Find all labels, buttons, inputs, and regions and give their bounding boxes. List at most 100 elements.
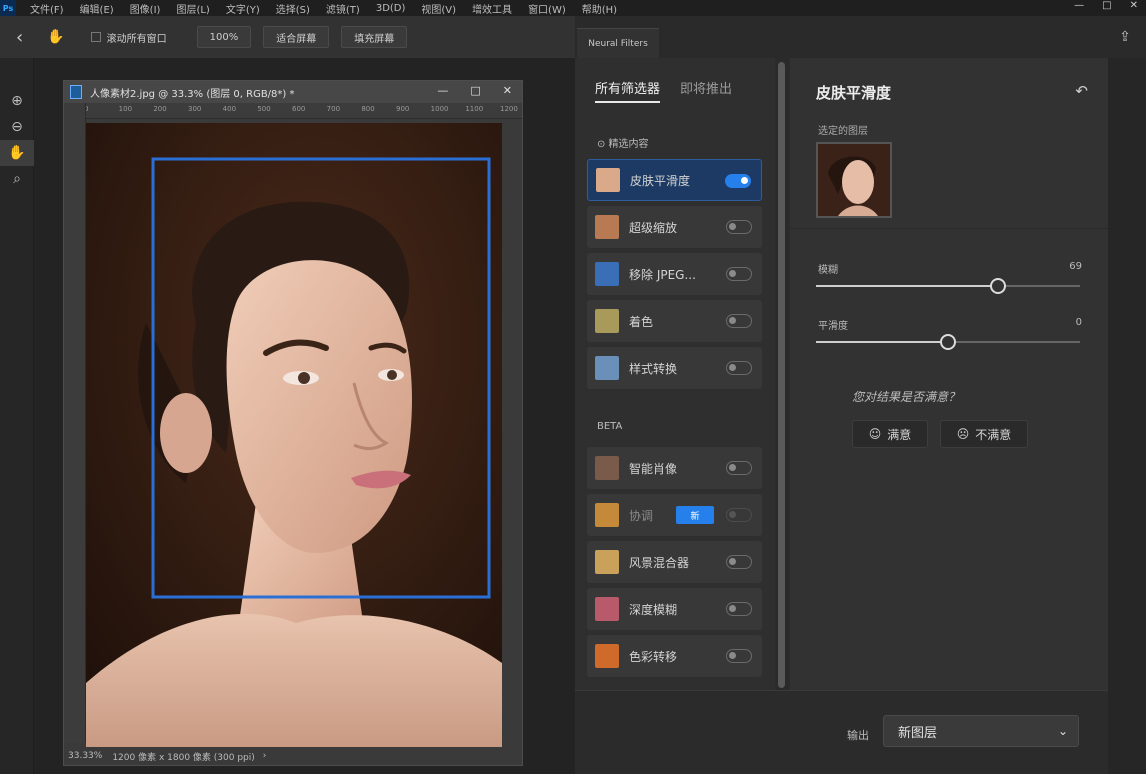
menu-view[interactable]: 视图(V) bbox=[421, 1, 456, 16]
menu-help[interactable]: 帮助(H) bbox=[582, 1, 617, 16]
doc-maximize-icon[interactable]: □ bbox=[470, 84, 480, 97]
zoom-out-icon[interactable]: ⊖ bbox=[0, 114, 34, 140]
blur-slider-knob[interactable] bbox=[990, 278, 1006, 294]
smoothness-slider[interactable] bbox=[816, 334, 1080, 350]
filter-toggle[interactable] bbox=[726, 267, 752, 281]
scroll-all-checkbox[interactable]: 滚动所有窗口 bbox=[90, 30, 167, 45]
menu-edit[interactable]: 编辑(E) bbox=[80, 1, 114, 16]
ruler-tick-label: 300 bbox=[188, 105, 202, 113]
zoom-100-button[interactable]: 100% bbox=[196, 26, 252, 48]
maximize-icon[interactable]: □ bbox=[1102, 0, 1111, 11]
ruler-tick-label: 100 bbox=[118, 105, 133, 113]
photoshop-logo-icon: Ps bbox=[0, 0, 16, 16]
tab-waitlist[interactable]: 即将推出 bbox=[680, 78, 732, 103]
unsatisfied-button[interactable]: ☹ 不满意 bbox=[940, 420, 1028, 448]
blur-slider-fill bbox=[816, 285, 998, 287]
satisfied-button[interactable]: ☺ 满意 bbox=[852, 420, 928, 448]
scrollbar-thumb[interactable] bbox=[778, 62, 785, 688]
fit-screen-button[interactable]: 适合屏幕 bbox=[263, 26, 330, 48]
ruler-tick-label: 1100 bbox=[465, 105, 484, 113]
status-zoom[interactable]: 33.33% bbox=[68, 751, 102, 761]
filter-item-smart-portrait[interactable]: 智能肖像 bbox=[587, 447, 762, 489]
new-badge: 新 bbox=[676, 506, 714, 524]
unsatisfied-label: 不满意 bbox=[975, 427, 1012, 442]
output-bar: 输出 新图层 ⌄ bbox=[575, 690, 1108, 774]
filter-label: 智能肖像 bbox=[629, 461, 678, 476]
filter-item-skin-smoothing[interactable]: 皮肤平滑度 bbox=[587, 159, 762, 201]
portrait-photo[interactable] bbox=[86, 123, 502, 747]
filter-toggle[interactable] bbox=[726, 220, 752, 234]
blur-slider[interactable] bbox=[816, 278, 1080, 294]
filter-label: 风景混合器 bbox=[629, 555, 690, 570]
section-featured-label: ⊙ 精选内容 bbox=[597, 139, 649, 150]
chevron-left-icon[interactable]: ‹ bbox=[16, 27, 23, 48]
filter-toggle[interactable] bbox=[726, 314, 752, 328]
right-panel-strip bbox=[1108, 58, 1146, 774]
filter-toggle[interactable] bbox=[726, 649, 752, 663]
filter-thumb bbox=[595, 597, 619, 621]
filter-item-jpeg-artifacts[interactable]: 移除 JPEG... bbox=[587, 253, 762, 295]
close-icon[interactable]: ✕ bbox=[1130, 0, 1138, 11]
filter-label: 色彩转移 bbox=[629, 649, 678, 664]
menu-filter[interactable]: 滤镜(T) bbox=[326, 1, 360, 16]
filter-item-harmonization[interactable]: 协调 新 bbox=[587, 494, 762, 536]
status-info: 1200 像素 x 1800 像素 (300 ppi) bbox=[112, 752, 255, 763]
filter-toggle[interactable] bbox=[726, 555, 752, 569]
filter-toggle[interactable] bbox=[726, 361, 752, 375]
output-select[interactable]: 新图层 ⌄ bbox=[883, 715, 1079, 747]
menu-select[interactable]: 选择(S) bbox=[276, 1, 310, 16]
menu-3d[interactable]: 3D(D) bbox=[376, 3, 406, 14]
output-label: 输出 bbox=[847, 729, 869, 742]
status-arrow-icon[interactable]: › bbox=[263, 751, 267, 761]
reset-icon[interactable]: ↶ bbox=[1075, 82, 1088, 100]
doc-close-icon[interactable]: ✕ bbox=[503, 84, 512, 97]
filter-item-style-transfer[interactable]: 样式转换 bbox=[587, 347, 762, 389]
checkbox-box[interactable] bbox=[90, 32, 101, 42]
document-tab[interactable]: 人像素材2.jpg @ 33.3% (图层 0, RGB/8*) * — □ ✕ bbox=[64, 81, 522, 103]
filter-thumb bbox=[595, 550, 619, 574]
feedback-question: 您对结果是否满意？ bbox=[852, 390, 961, 404]
settings-title: 皮肤平滑度 bbox=[816, 84, 892, 102]
hand-icon: ✋ bbox=[47, 29, 65, 45]
filter-thumb bbox=[595, 456, 619, 480]
menu-layer[interactable]: 图层(L) bbox=[176, 1, 209, 16]
menu-plugins[interactable]: 增效工具 bbox=[472, 1, 512, 16]
zoom-in-icon[interactable]: ⊕ bbox=[0, 88, 34, 114]
filter-thumb bbox=[595, 644, 619, 668]
filter-toggle[interactable] bbox=[726, 508, 752, 522]
filter-label: 皮肤平滑度 bbox=[630, 173, 691, 188]
filter-item-super-zoom[interactable]: 超级缩放 bbox=[587, 206, 762, 248]
doc-minimize-icon[interactable]: — bbox=[437, 84, 448, 97]
tab-all-filters[interactable]: 所有筛选器 bbox=[595, 78, 661, 103]
filter-list-scrollbar[interactable] bbox=[776, 58, 788, 690]
export-icon[interactable]: ⇪ bbox=[1112, 24, 1138, 50]
filter-item-colorize[interactable]: 着色 bbox=[587, 300, 762, 342]
minimize-icon[interactable]: — bbox=[1074, 0, 1084, 11]
smoothness-label: 平滑度 bbox=[818, 321, 848, 332]
filter-toggle[interactable] bbox=[726, 602, 752, 616]
menu-type[interactable]: 文字(Y) bbox=[226, 1, 260, 16]
frown-icon: ☹ bbox=[956, 427, 970, 441]
filter-thumb bbox=[595, 262, 619, 286]
filter-toggle[interactable] bbox=[726, 461, 752, 475]
vertical-ruler bbox=[64, 103, 86, 743]
smoothness-slider-knob[interactable] bbox=[940, 334, 956, 350]
search-icon[interactable]: ⌕ bbox=[0, 166, 34, 192]
ruler-tick-label: 1200 bbox=[500, 105, 518, 113]
filter-tabs: 所有筛选器 即将推出 bbox=[595, 78, 732, 103]
filter-item-landscape-mixer[interactable]: 风景混合器 bbox=[587, 541, 762, 583]
fill-screen-button[interactable]: 填充屏幕 bbox=[341, 26, 408, 48]
filter-item-color-transfer[interactable]: 色彩转移 bbox=[587, 635, 762, 677]
hand-tool-icon[interactable]: ✋ bbox=[0, 140, 34, 166]
ruler-tick-label: 800 bbox=[361, 105, 375, 113]
filter-thumb bbox=[595, 309, 619, 333]
smoothness-slider-fill bbox=[816, 341, 948, 343]
neural-filters-tab[interactable]: Neural Filters bbox=[577, 28, 659, 58]
horizontal-ruler: 0 100 200 300 400 500 600 700 800 900 1000 1100 1200 bbox=[84, 103, 522, 119]
options-bar: ‹ ✋ 滚动所有窗口 100% 适合屏幕 填充屏幕 bbox=[0, 16, 575, 58]
menu-image[interactable]: 图像(I) bbox=[130, 1, 161, 16]
menu-file[interactable]: 文件(F) bbox=[30, 1, 64, 16]
filter-toggle[interactable] bbox=[725, 174, 751, 188]
menu-window[interactable]: 窗口(W) bbox=[528, 1, 566, 16]
filter-item-depth-blur[interactable]: 深度模糊 bbox=[587, 588, 762, 630]
